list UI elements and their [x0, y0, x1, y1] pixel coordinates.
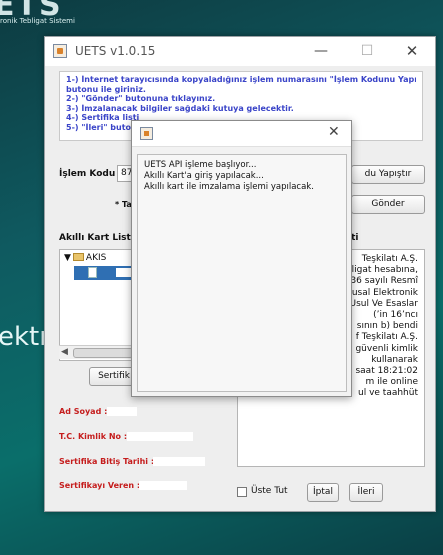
- islem-kodu-label: İşlem Kodu: [59, 169, 116, 179]
- log-line: UETS API işleme başlıyor...: [144, 160, 257, 170]
- java-app-icon: [140, 127, 153, 140]
- required-note: * Ta: [115, 200, 132, 209]
- paste-code-button[interactable]: du Yapıştır: [351, 165, 425, 184]
- bitis-tarihi-value: [153, 457, 205, 466]
- instruction-line: 2-) "Gönder" butonuna tıklayınız.: [66, 94, 216, 103]
- sertifika-veren-label: Sertifikayı Veren :: [59, 481, 141, 490]
- scroll-left-icon[interactable]: ◀: [61, 347, 68, 357]
- expand-icon[interactable]: ▼: [64, 253, 71, 263]
- log-line: Akıllı kart ile imzalama işlemi yapılaca…: [144, 182, 314, 192]
- background-overlay-text: ektr: [0, 322, 50, 352]
- ad-soyad-value: [107, 407, 137, 416]
- brand-subtitle: ronik Tebligat Sistemi: [0, 17, 75, 25]
- close-button[interactable]: ✕: [398, 41, 426, 61]
- instruction-line: 1-) İnternet tarayıcısında kopyaladığını…: [66, 75, 416, 84]
- bitis-tarihi-label: Sertifika Bitiş Tarihi :: [59, 457, 155, 466]
- log-line: Akıllı Kart'a giriş yapılacak...: [144, 171, 264, 181]
- instruction-line: 3-) İmzalanacak bilgiler sağdaki kutuya …: [66, 103, 294, 113]
- ad-soyad-label: Ad Soyad :: [59, 407, 108, 416]
- background-brand: ETS ronik Tebligat Sistemi: [0, 0, 140, 30]
- dialog-close-button[interactable]: ✕: [328, 124, 340, 140]
- tree-root[interactable]: ▼ AKIS: [64, 253, 106, 263]
- sertifika-veren-value: [139, 481, 187, 490]
- tc-kimlik-label: T.C. Kimlik No :: [59, 432, 128, 441]
- java-app-icon: [53, 44, 67, 58]
- title-bar[interactable]: UETS v1.0.15 — ☐ ✕: [45, 37, 435, 66]
- ileri-button[interactable]: İleri: [349, 483, 383, 502]
- maximize-button[interactable]: ☐: [353, 41, 381, 61]
- instruction-line: butonu ile giriniz.: [66, 84, 146, 94]
- dialog-log-area: UETS API işleme başlıyor... Akıllı Kart'…: [137, 154, 347, 392]
- progress-dialog: ✕ UETS API işleme başlıyor... Akıllı Kar…: [131, 120, 352, 397]
- ustetut-checkbox[interactable]: [237, 487, 247, 497]
- tree-root-label: AKIS: [85, 253, 107, 263]
- tc-kimlik-value: [127, 432, 193, 441]
- document-icon: [88, 267, 97, 278]
- folder-icon: [72, 253, 84, 261]
- iptal-button[interactable]: İptal: [307, 483, 339, 502]
- minimize-button[interactable]: —: [307, 41, 335, 61]
- send-button[interactable]: Gönder: [351, 195, 425, 214]
- window-title: UETS v1.0.15: [75, 44, 156, 58]
- dialog-title-bar[interactable]: ✕: [132, 121, 351, 147]
- scroll-thumb[interactable]: [73, 348, 133, 358]
- akilli-kart-label: Akıllı Kart Liste: [59, 233, 137, 243]
- ustetut-label: Üste Tut: [251, 486, 288, 496]
